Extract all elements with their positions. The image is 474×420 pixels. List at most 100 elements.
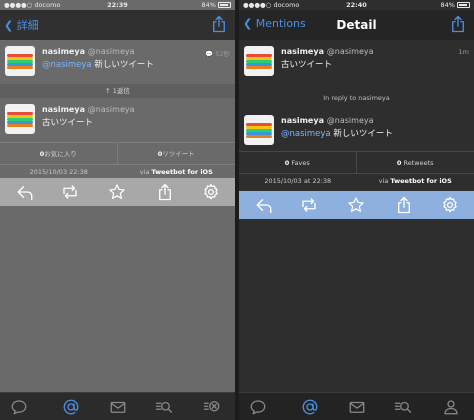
avatar[interactable] <box>5 104 35 134</box>
faves-count: 0 <box>284 159 290 167</box>
tweet-meta: 2015/10/03 at 22:38 via Tweetbot for iOS <box>239 173 474 187</box>
via-label: via <box>378 177 391 185</box>
status-time: 22:39 <box>107 1 128 9</box>
mentions-icon[interactable] <box>62 398 80 416</box>
battery-icon <box>218 2 231 8</box>
retweet-icon[interactable] <box>61 183 79 201</box>
tweet-body: 古いツイート <box>281 60 333 70</box>
tweet-time-label: 52秒 <box>215 50 230 58</box>
user-name: nasimeya @nasimeya <box>42 105 135 114</box>
reply-tweet[interactable]: nasimeya @nasimeya @nasimeya 新しいツイート 💬 5… <box>0 42 235 84</box>
display-name: nasimeya <box>281 116 324 125</box>
user-handle: @nasimeya <box>87 47 135 56</box>
nav-bar: ❮ Mentions Detail <box>239 10 474 40</box>
messages-icon[interactable] <box>109 398 127 416</box>
tab-bar <box>239 392 474 420</box>
arrow-up-icon: ↑ <box>105 87 111 95</box>
tweet-action-bar <box>0 178 235 206</box>
tweet-body: 新しいツイート <box>333 129 393 139</box>
main-tweet: nasimeya @nasimeya @nasimeya 新しいツイート <box>239 111 474 155</box>
main-tweet: nasimeya @nasimeya 古いツイート <box>0 100 235 142</box>
status-bar: ●●●●○ docomo 22:40 84% <box>239 0 474 10</box>
star-icon[interactable] <box>108 183 126 201</box>
user-handle: @nasimeya <box>326 47 374 56</box>
replies-count-bar[interactable]: ↑ 1返信 <box>0 84 235 98</box>
tweet-action-bar <box>239 191 474 219</box>
in-reply-to-label[interactable]: In reply to nasimeya <box>239 91 474 105</box>
retweets-count-button[interactable]: 0リツイート <box>118 143 236 165</box>
reply-icon[interactable] <box>255 196 273 214</box>
user-name: nasimeya @nasimeya <box>281 47 374 56</box>
avatar[interactable] <box>244 115 274 145</box>
mention-link[interactable]: @nasimeya <box>281 129 331 139</box>
user-handle: @nasimeya <box>326 116 374 125</box>
user-name: nasimeya @nasimeya <box>281 116 374 125</box>
tweet-body: 新しいツイート <box>94 60 154 70</box>
retweets-count-button[interactable]: 0 Retweets <box>357 152 474 174</box>
profile-icon[interactable] <box>442 398 460 416</box>
reply-icon[interactable] <box>16 183 34 201</box>
star-icon[interactable] <box>347 196 365 214</box>
timeline-icon[interactable] <box>249 398 267 416</box>
back-label: 詳細 <box>16 19 39 32</box>
search-icon[interactable] <box>155 398 173 416</box>
search-icon[interactable] <box>394 398 412 416</box>
cancel-search-icon[interactable] <box>203 398 221 416</box>
battery-percent: 84% <box>201 1 216 9</box>
speech-bubble-icon: 💬 <box>205 50 214 58</box>
share-icon[interactable] <box>156 183 174 201</box>
client-link[interactable]: Tweetbot for iOS <box>151 168 212 176</box>
gear-icon[interactable] <box>202 183 220 201</box>
tweet-stats: 0 Faves 0 Retweets <box>239 151 474 174</box>
right-screen: ●●●●○ docomo 22:40 84% ❮ Mentions Detail… <box>239 0 474 420</box>
mention-link[interactable]: @nasimeya <box>42 60 92 70</box>
retweets-label: Retweets <box>403 159 434 167</box>
faves-count-button[interactable]: 0 Faves <box>239 152 357 174</box>
replies-count: 1返信 <box>112 87 130 95</box>
tweet-time: 1m <box>458 48 469 56</box>
parent-tweet[interactable]: nasimeya @nasimeya 古いツイート 1m <box>239 42 474 86</box>
nav-bar: ❮ 詳細 <box>0 10 235 40</box>
tweet-body: 古いツイート <box>42 118 94 128</box>
tweet-date: 2015/10/03 at 22:38 <box>264 177 332 185</box>
tweet-date: 2015/10/03 22:38 <box>29 168 88 176</box>
status-bar: ●●●●○ docomo 22:39 84% <box>0 0 235 10</box>
status-time: 22:40 <box>346 1 367 9</box>
user-name: nasimeya @nasimeya <box>42 47 135 56</box>
tweet-text: @nasimeya 新しいツイート <box>42 58 154 70</box>
left-screen: ●●●●○ docomo 22:39 84% ❮ 詳細 nasimeya @na… <box>0 0 235 420</box>
timeline-icon[interactable] <box>10 398 28 416</box>
display-name: nasimeya <box>281 47 324 56</box>
tab-bar <box>0 392 235 420</box>
back-button[interactable]: ❮ 詳細 <box>4 17 39 33</box>
share-icon[interactable] <box>395 196 413 214</box>
via-client: via Tweetbot for iOS <box>357 177 474 185</box>
retweet-icon[interactable] <box>300 196 318 214</box>
avatar[interactable] <box>5 46 35 76</box>
mentions-icon[interactable] <box>301 398 319 416</box>
avatar[interactable] <box>244 46 274 76</box>
retweets-count: 0 <box>396 159 402 167</box>
messages-icon[interactable] <box>348 398 366 416</box>
tweet-text: @nasimeya 新しいツイート <box>281 127 393 139</box>
faves-count-button[interactable]: 0お気に入り <box>0 143 118 165</box>
battery-icon <box>457 2 470 8</box>
faves-label: お気に入り <box>44 150 77 158</box>
via-client: via Tweetbot for iOS <box>118 168 236 176</box>
display-name: nasimeya <box>42 47 85 56</box>
tweet-meta: 2015/10/03 22:38 via Tweetbot for iOS <box>0 164 235 178</box>
tweet-stats: 0お気に入り 0リツイート <box>0 142 236 165</box>
nav-title: Detail <box>336 18 377 32</box>
via-label: via <box>139 168 152 176</box>
retweets-label: リツイート <box>162 150 195 158</box>
display-name: nasimeya <box>42 105 85 114</box>
share-icon[interactable] <box>210 14 228 34</box>
status-right: 84% <box>201 1 231 9</box>
client-link[interactable]: Tweetbot for iOS <box>390 177 451 185</box>
share-icon[interactable] <box>449 14 467 34</box>
faves-label: Faves <box>291 159 310 167</box>
battery-percent: 84% <box>440 1 455 9</box>
tweet-time: 💬 52秒 <box>205 48 230 58</box>
chevron-left-icon: ❮ <box>4 19 14 32</box>
gear-icon[interactable] <box>441 196 459 214</box>
